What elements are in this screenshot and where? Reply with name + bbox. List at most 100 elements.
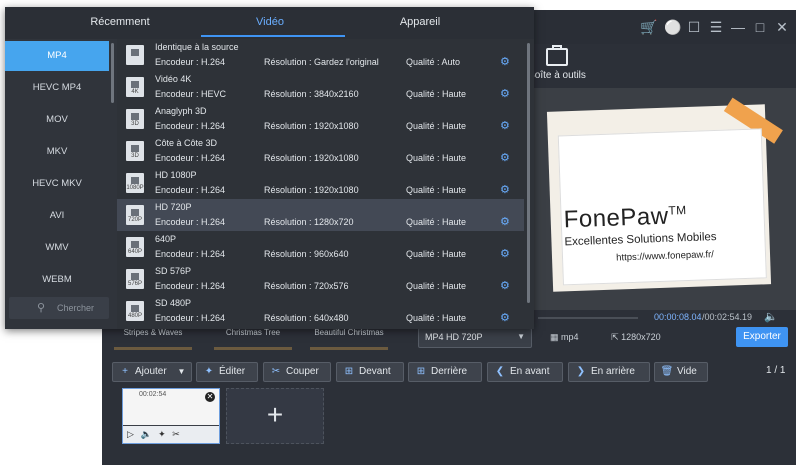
- video-640p-icon: 640P: [126, 237, 144, 257]
- template-item[interactable]: Christmas Tree: [210, 328, 296, 352]
- gear-icon[interactable]: ⚙: [500, 151, 510, 164]
- format-item-hevc-mp4[interactable]: HEVC MP4: [5, 73, 109, 103]
- preset-quality: Qualité : Haute: [406, 217, 467, 227]
- menu-icon[interactable]: ☰: [708, 19, 724, 35]
- chevron-down-icon: ▼: [517, 332, 525, 341]
- video-3d-icon: 3D: [126, 109, 144, 129]
- tab-recent[interactable]: Récemment: [85, 16, 155, 28]
- plus-icon: +: [122, 366, 128, 377]
- trash-icon: 🗑: [660, 366, 674, 377]
- clip-controls: ▷ 🔈 ✦ ✂: [123, 426, 219, 443]
- plus-icon: +: [266, 399, 284, 430]
- video-clip[interactable]: 00:02:54 ✕ ▷ 🔈 ✦ ✂: [122, 388, 220, 444]
- preset-row-selected[interactable]: 720P HD 720P Encodeur : H.264 Résolution…: [117, 199, 524, 231]
- template-item[interactable]: Stripes & Waves: [110, 328, 196, 352]
- preset-encoder: Encodeur : H.264: [155, 281, 226, 291]
- format-search-input[interactable]: ⚲ Chercher: [9, 297, 109, 319]
- preset-row[interactable]: 3D Anaglyph 3D Encodeur : H.264 Résoluti…: [117, 103, 524, 135]
- format-item-hevc-mkv[interactable]: HEVC MKV: [5, 169, 109, 199]
- remove-clip-icon[interactable]: ✕: [205, 392, 215, 402]
- gear-icon[interactable]: ⚙: [500, 311, 510, 324]
- backward-button[interactable]: ⊞ Derrière: [408, 362, 482, 382]
- play-icon[interactable]: ▷: [127, 429, 134, 439]
- cut-button[interactable]: ✂ Couper: [263, 362, 331, 382]
- preset-list-scrollbar[interactable]: [527, 43, 530, 303]
- add-clip-button[interactable]: +: [226, 388, 324, 444]
- export-button[interactable]: Exporter: [736, 327, 788, 347]
- preset-quality: Qualité : Haute: [406, 153, 467, 163]
- bulb-icon[interactable]: ⚪: [664, 19, 681, 35]
- move-ahead-button[interactable]: ❮ En avant: [487, 362, 563, 382]
- preset-row[interactable]: 3D Côte à Côte 3D Encodeur : H.264 Résol…: [117, 135, 524, 167]
- preset-resolution: Résolution : 640x480: [264, 313, 349, 323]
- video-preview[interactable]: FonePawTM Excellentes Solutions Mobiles …: [532, 88, 796, 310]
- preset-row[interactable]: 480P SD 480P Encodeur : H.264 Résolution…: [117, 295, 524, 327]
- gear-icon[interactable]: ⚙: [500, 247, 510, 260]
- preset-resolution: Résolution : 3840x2160: [264, 89, 359, 99]
- resize-icon: ⇱: [611, 332, 619, 342]
- output-format-select[interactable]: MP4 HD 720P ▼: [418, 328, 532, 348]
- chevron-down-icon: ▼: [177, 367, 186, 376]
- gear-icon[interactable]: ⚙: [500, 215, 510, 228]
- preset-name: Côte à Côte 3D: [155, 138, 218, 148]
- preset-name: Anaglyph 3D: [155, 106, 207, 116]
- gear-icon[interactable]: ⚙: [500, 55, 510, 68]
- gear-icon[interactable]: ⚙: [500, 183, 510, 196]
- format-list-scrollbar[interactable]: [111, 43, 114, 103]
- edit-button[interactable]: ✦ Éditer: [196, 362, 258, 382]
- tab-device[interactable]: Appareil: [385, 16, 455, 28]
- preset-row[interactable]: Identique à la source Encodeur : H.264 R…: [117, 39, 524, 71]
- scissors-icon[interactable]: ✂: [172, 429, 180, 439]
- format-item-mov[interactable]: MOV: [5, 105, 109, 135]
- template-strip: Stripes & Waves Christmas Tree Beautiful…: [110, 328, 410, 352]
- volume-icon[interactable]: 🔈: [764, 310, 778, 323]
- empty-button[interactable]: 🗑 Vide: [654, 362, 708, 382]
- preset-resolution: Résolution : 1920x1080: [264, 185, 359, 195]
- maximize-icon[interactable]: □: [752, 19, 768, 35]
- format-item-avi[interactable]: AVI: [5, 201, 109, 231]
- gear-icon[interactable]: ⚙: [500, 279, 510, 292]
- audio-icon[interactable]: 🔈: [140, 429, 151, 439]
- format-item-mkv[interactable]: MKV: [5, 137, 109, 167]
- move-back-button[interactable]: ❯ En arrière: [568, 362, 650, 382]
- output-resolution: 1280x720: [621, 332, 661, 342]
- film-icon: ▦: [550, 332, 559, 342]
- preset-row[interactable]: 576P SD 576P Encodeur : H.264 Résolution…: [117, 263, 524, 295]
- search-placeholder: Chercher: [57, 303, 95, 313]
- preset-quality: Qualité : Haute: [406, 89, 467, 99]
- close-icon[interactable]: ✕: [774, 19, 790, 35]
- chat-icon[interactable]: ☐: [686, 19, 702, 35]
- toolbox-icon: [546, 45, 568, 66]
- template-item[interactable]: Beautiful Christmas: [306, 328, 392, 352]
- preset-encoder: Encodeur : H.264: [155, 153, 226, 163]
- video-480p-icon: 480P: [126, 301, 144, 321]
- preset-encoder: Encodeur : H.264: [155, 57, 226, 67]
- add-button[interactable]: + Ajouter ▼: [112, 362, 192, 382]
- preset-quality: Qualité : Auto: [406, 57, 461, 67]
- preset-quality: Qualité : Haute: [406, 313, 467, 323]
- page-indicator: 1 / 1: [766, 365, 786, 376]
- active-tab-indicator: [201, 35, 345, 37]
- preset-row[interactable]: 640P 640P Encodeur : H.264 Résolution : …: [117, 231, 524, 263]
- preset-resolution: Résolution : 960x640: [264, 249, 349, 259]
- magic-icon[interactable]: ✦: [158, 429, 166, 439]
- preset-resolution: Résolution : 1920x1080: [264, 121, 359, 131]
- preset-row[interactable]: 1080P HD 1080P Encodeur : H.264 Résoluti…: [117, 167, 524, 199]
- format-item-webm[interactable]: WEBM: [5, 265, 109, 295]
- tab-video[interactable]: Vidéo: [235, 16, 305, 28]
- clip-duration: 00:02:54: [139, 391, 167, 398]
- minimize-icon[interactable]: —: [730, 19, 746, 35]
- forward-button[interactable]: ⊞ Devant: [336, 362, 404, 382]
- format-dropdown: Récemment Vidéo Appareil MP4 HEVC MP4 MO…: [5, 7, 534, 329]
- preset-encoder: Encodeur : H.264: [155, 313, 226, 323]
- action-toolbar: + Ajouter ▼ ✦ Éditer ✂ Couper ⊞ Devant ⊞ Derr…: [102, 360, 796, 384]
- format-item-mp4[interactable]: MP4: [5, 41, 109, 71]
- progress-track[interactable]: [538, 317, 638, 319]
- preview-url: https://www.fonepaw.fr/: [616, 249, 715, 264]
- gear-icon[interactable]: ⚙: [500, 87, 510, 100]
- cart-icon[interactable]: 🛒: [640, 19, 657, 35]
- gear-icon[interactable]: ⚙: [500, 119, 510, 132]
- preset-row[interactable]: 4K Vidéo 4K Encodeur : HEVC Résolution :…: [117, 71, 524, 103]
- format-item-wmv[interactable]: WMV: [5, 233, 109, 263]
- preset-name: HD 1080P: [155, 170, 197, 180]
